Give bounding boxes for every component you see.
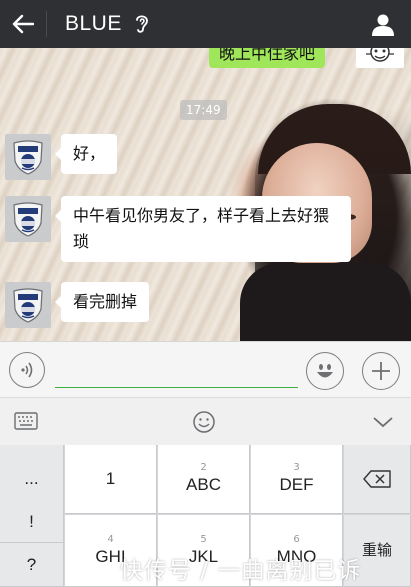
- sent-message-bubble[interactable]: 晚上中住家吧: [209, 48, 326, 68]
- message-input[interactable]: [55, 354, 298, 388]
- top-bar: BLUE: [0, 0, 411, 48]
- message-text: 看完删掉: [73, 292, 138, 311]
- keyboard-icon[interactable]: [14, 412, 38, 434]
- message-bubble[interactable]: 看完删掉: [54, 282, 150, 322]
- police-badge-avatar[interactable]: [5, 196, 51, 242]
- chat-area[interactable]: 晚上中住家吧 17:49 好， 中午看见你男友了，样子看上去好猥琐 看完删掉: [0, 48, 411, 341]
- received-message: 看完删掉: [5, 282, 150, 328]
- received-message: 好，: [5, 134, 118, 180]
- my-avatar[interactable]: [356, 48, 404, 68]
- received-message: 中午看见你男友了，样子看上去好猥琐: [5, 196, 351, 262]
- background-photo-scarf: [240, 263, 411, 341]
- backspace-key[interactable]: [344, 445, 411, 514]
- key-1[interactable]: 1: [65, 445, 157, 514]
- more-button[interactable]: [362, 352, 400, 390]
- input-bar: [0, 341, 411, 397]
- header-divider: [46, 11, 47, 37]
- message-text: 好，: [73, 144, 106, 163]
- chat-info-button[interactable]: [355, 0, 411, 48]
- police-badge-avatar[interactable]: [5, 134, 51, 180]
- emoji-icon: [317, 364, 333, 378]
- police-badge-icon: [13, 140, 43, 175]
- message-text: 中午看见你男友了，样子看上去好猥琐: [73, 206, 330, 251]
- voice-icon: [21, 362, 33, 378]
- sent-message-text: 晚上中住家吧: [219, 48, 316, 63]
- key-def[interactable]: 3 DEF: [251, 445, 343, 514]
- message-bubble[interactable]: 中午看见你男友了，样子看上去好猥琐: [55, 196, 351, 262]
- police-badge-icon: [13, 202, 43, 237]
- chat-title: BLUE: [65, 12, 122, 35]
- emoji-button[interactable]: [306, 352, 344, 390]
- watermark: 快传号 / 一曲离别已诉: [120, 558, 362, 584]
- key-question[interactable]: ?: [0, 543, 64, 587]
- key-abc[interactable]: 2 ABC: [158, 445, 250, 514]
- ear-icon: [134, 13, 150, 35]
- plus-icon: [372, 362, 390, 380]
- police-badge-avatar[interactable]: [5, 282, 51, 328]
- backspace-icon: [363, 470, 391, 488]
- voice-button[interactable]: [9, 352, 45, 388]
- message-bubble[interactable]: 好，: [54, 134, 118, 174]
- cartoon-avatar-icon: [366, 48, 394, 62]
- back-button[interactable]: [0, 0, 46, 48]
- back-arrow-icon: [12, 14, 34, 34]
- key-exclaim[interactable]: !: [0, 501, 64, 543]
- chevron-down-icon[interactable]: [372, 414, 394, 433]
- smile-icon[interactable]: [192, 410, 216, 438]
- keyboard-toolbar: [0, 397, 411, 445]
- police-badge-icon: [13, 288, 43, 323]
- person-icon: [372, 14, 394, 36]
- message-timestamp: 17:49: [180, 100, 227, 120]
